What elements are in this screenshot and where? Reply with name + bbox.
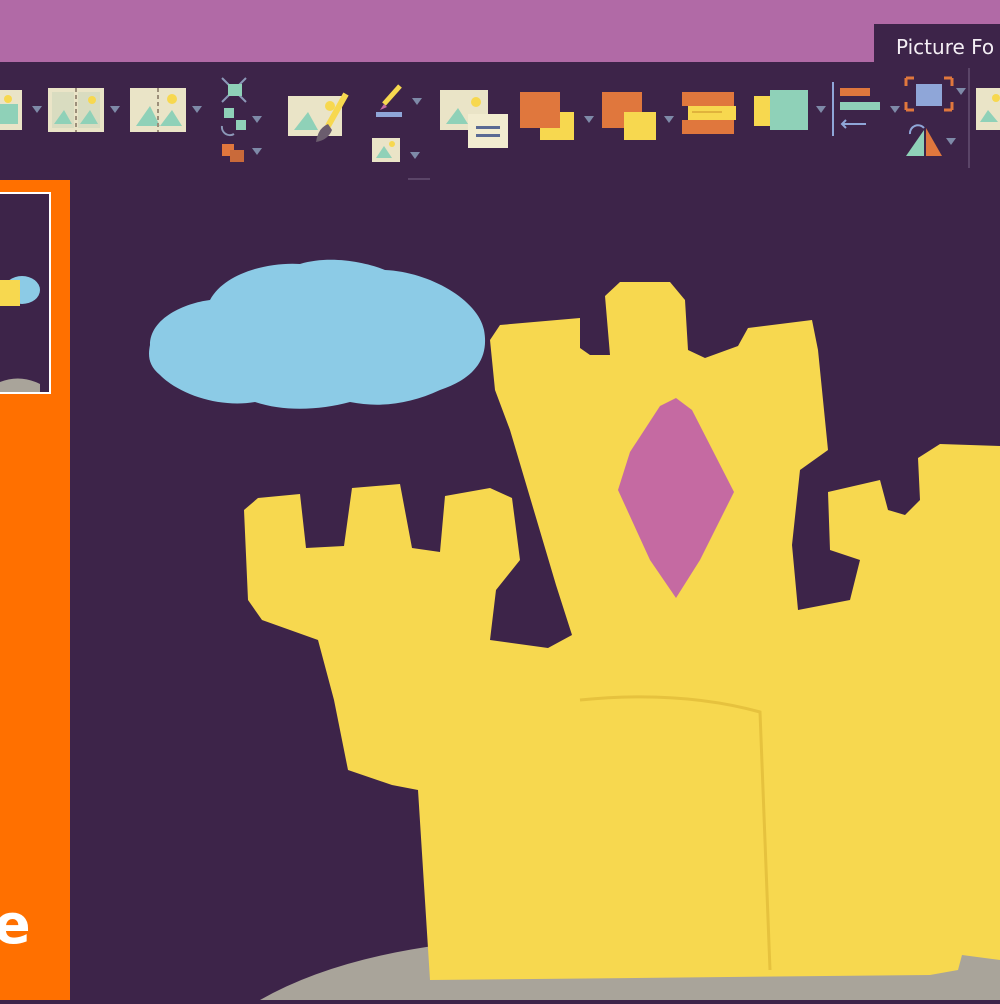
chevron-down-icon[interactable] [192, 106, 202, 113]
picture-color-icon[interactable] [48, 88, 106, 134]
chevron-down-icon[interactable] [110, 106, 120, 113]
title-bar [0, 0, 1000, 62]
picture-effects-icon[interactable] [130, 88, 188, 134]
picture-layout-icon[interactable] [440, 90, 510, 150]
cloud-shape [149, 259, 486, 409]
chevron-down-icon[interactable] [252, 116, 262, 123]
slides-panel: e [0, 180, 70, 1000]
ribbon-separator [968, 68, 970, 168]
chevron-down-icon[interactable] [816, 106, 826, 113]
slide-thumbnail[interactable] [0, 192, 51, 394]
chevron-down-icon[interactable] [664, 116, 674, 123]
selection-pane-icon[interactable] [680, 90, 742, 136]
chevron-down-icon[interactable] [956, 88, 966, 95]
rotate-icon[interactable] [904, 120, 948, 160]
slide-title-fragment: e [0, 893, 31, 956]
group-icon[interactable] [752, 88, 812, 134]
chevron-down-icon[interactable] [946, 138, 956, 145]
chevron-down-icon[interactable] [890, 106, 900, 113]
artistic-effects-icon[interactable] [288, 92, 354, 150]
chevron-down-icon[interactable] [32, 106, 42, 113]
bring-forward-icon[interactable] [518, 90, 578, 142]
send-backward-icon[interactable] [600, 90, 660, 142]
picture-corrections-icon[interactable] [0, 90, 24, 134]
chevron-down-icon[interactable] [252, 148, 262, 155]
picture-styles-icon[interactable] [976, 88, 1000, 132]
chevron-down-icon[interactable] [412, 98, 422, 105]
change-picture-icon[interactable] [370, 82, 410, 168]
slide-illustration [149, 259, 1000, 1000]
chevron-down-icon[interactable] [410, 152, 420, 159]
align-icon[interactable] [832, 82, 886, 138]
chevron-down-icon[interactable] [584, 116, 594, 123]
compress-pictures-icon[interactable] [216, 74, 256, 166]
slide-canvas[interactable] [70, 180, 1000, 1000]
